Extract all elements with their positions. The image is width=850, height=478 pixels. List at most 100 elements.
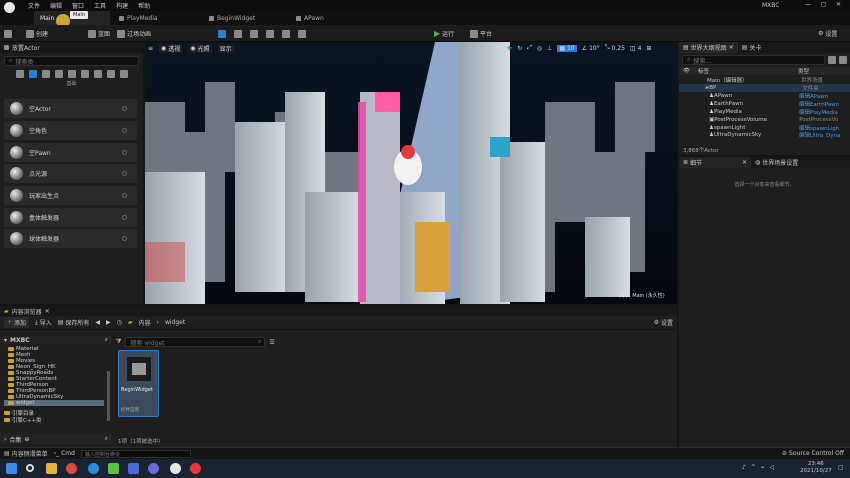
tree-row-spawnlight[interactable]: ♟ spawnLight 编辑spawnLigh — [679, 124, 850, 132]
rotation-snap-button[interactable]: ∠ 10° — [582, 45, 600, 52]
add-collection-icon[interactable]: ⊕ — [24, 436, 29, 443]
content-settings-button[interactable]: ⚙ 设置 — [654, 318, 673, 327]
blueprint-button[interactable]: 蓝图 — [88, 28, 110, 39]
visibility-icon[interactable]: 👁 — [683, 68, 690, 74]
camera-speed-button[interactable]: ◫ 4 — [630, 45, 642, 52]
console-input[interactable]: 输入控制台命令 — [80, 449, 191, 458]
select-tool-icon[interactable]: ↖ — [497, 45, 502, 52]
cinematic-icon[interactable] — [67, 70, 76, 78]
wechat-icon[interactable] — [108, 463, 119, 474]
all-classes-icon[interactable] — [106, 70, 115, 78]
tab-beginwidget[interactable]: BeginWidget — [203, 11, 288, 25]
class-search-input[interactable]: ⌕ 搜索类 — [4, 56, 139, 66]
fracture-icon[interactable] — [298, 29, 306, 38]
actor-item-point-light[interactable]: 点光源 — [4, 164, 137, 183]
visual-effects-icon[interactable] — [80, 70, 89, 78]
create-button[interactable]: 创建 — [26, 28, 48, 39]
history-icon[interactable]: ◷ — [117, 319, 122, 326]
sort-icon[interactable]: ☰ — [269, 339, 274, 346]
source-control-button[interactable]: ⊘ Source Control Off — [782, 450, 844, 457]
windows-start-icon[interactable] — [6, 463, 17, 474]
volumes-icon[interactable] — [93, 70, 102, 78]
edge-icon[interactable] — [88, 463, 99, 474]
move-tool-icon[interactable]: ✥ — [507, 45, 512, 52]
play-button[interactable]: ▶ 运行 — [434, 28, 454, 39]
world-local-icon[interactable]: ◎ — [537, 45, 542, 52]
cmd-button[interactable]: ›_ Cmd — [54, 450, 75, 457]
perspective-button[interactable]: ◉ 透视 — [159, 44, 183, 53]
lit-button[interactable]: ◉ 光照 — [188, 44, 212, 53]
maximize-icon[interactable]: ▢ — [821, 1, 827, 8]
unreal-taskbar-icon[interactable] — [170, 463, 181, 474]
tree-row-sky[interactable]: ♟ UltraDynamicSky 编辑Ultra_Dyna — [679, 132, 850, 138]
info-icon[interactable] — [122, 171, 127, 176]
info-icon[interactable] — [122, 150, 127, 155]
engine-cpp-folder[interactable]: 引擎C++类 — [0, 417, 112, 424]
close-tab-icon[interactable]: ✕ — [45, 308, 50, 315]
menu-window[interactable]: 窗口 — [72, 1, 84, 10]
folder-widget[interactable]: widget — [4, 400, 104, 406]
menu-file[interactable]: 文件 — [28, 1, 40, 10]
tree-row-playmedia[interactable]: ♟ PlayMedia 编辑PlayMedia — [679, 108, 850, 116]
breadcrumb-content[interactable]: 内容 — [139, 318, 151, 327]
menu-help[interactable]: 帮助 — [138, 1, 150, 10]
scale-tool-icon[interactable]: ⤢ — [527, 44, 532, 52]
actor-item-empty-character[interactable]: 空角色 — [4, 121, 137, 140]
unreal-logo-icon[interactable] — [4, 2, 15, 13]
notification-icon[interactable]: ▢ — [838, 464, 844, 471]
geometry-icon[interactable] — [119, 70, 128, 78]
menu-edit[interactable]: 编辑 — [50, 1, 62, 10]
mic-icon[interactable]: ♪ — [742, 464, 746, 471]
back-icon[interactable]: ◀ — [95, 319, 100, 326]
basic-icon[interactable] — [28, 70, 37, 78]
details-tab[interactable]: ≣ 细节 ✕ — [679, 157, 751, 168]
mesh-paint-icon[interactable] — [266, 29, 274, 38]
platforms-button[interactable]: 平台 — [470, 28, 492, 39]
asset-search-input[interactable]: 搜索 widget ⌕ — [125, 337, 266, 347]
scale-snap-button[interactable]: ⤡ 0.25 — [605, 44, 625, 52]
cinematics-button[interactable]: 过场动画 — [117, 28, 151, 39]
info-icon[interactable] — [122, 193, 127, 198]
tab-apawn[interactable]: APawn — [290, 11, 375, 25]
maximize-viewport-icon[interactable]: ⊞ — [646, 45, 651, 52]
label-column[interactable]: 标签 — [698, 67, 798, 75]
import-button[interactable]: ⤓ 导入 — [35, 318, 52, 328]
landscape-icon[interactable] — [234, 29, 242, 38]
forward-icon[interactable]: ▶ — [106, 319, 111, 326]
actor-item-box-trigger[interactable]: 盒体触发器 — [4, 208, 137, 227]
media-icon[interactable] — [128, 463, 139, 474]
scrollbar[interactable] — [107, 371, 110, 421]
save-button[interactable] — [4, 28, 12, 39]
tree-row-bp-folder[interactable]: ▰ BP 文件夹 — [679, 84, 850, 92]
file-explorer-icon[interactable] — [46, 463, 57, 474]
recent-icon[interactable] — [15, 70, 24, 78]
filter-icon[interactable]: ⧩ — [116, 338, 121, 346]
select-mode-icon[interactable] — [218, 29, 226, 38]
rotate-tool-icon[interactable]: ↻ — [517, 45, 522, 52]
clock[interactable]: 23:46 2021/10/27 — [800, 461, 832, 475]
type-column[interactable]: 类型 — [798, 67, 809, 75]
search-icon[interactable] — [26, 464, 34, 472]
content-drawer-button[interactable]: ▤ 内容侧滑菜单 — [4, 449, 48, 458]
tab-playmedia[interactable]: PlayMedia — [113, 11, 201, 25]
close-icon[interactable]: ✕ — [836, 1, 841, 8]
collections-header[interactable]: › 合集 ⊕ ⌕ — [0, 434, 112, 444]
settings-button[interactable]: ⚙ 设置 — [818, 28, 837, 39]
add-button[interactable]: + 添加 — [4, 317, 30, 328]
add-folder-icon[interactable] — [828, 56, 836, 64]
actor-item-sphere-trigger[interactable]: 球体触发器 — [4, 229, 137, 248]
tree-row-main[interactable]: Main（编辑器） 世界场景 — [679, 76, 850, 84]
info-icon[interactable] — [122, 128, 127, 133]
chevron-up-icon[interactable]: ^ — [751, 464, 756, 471]
network-icon[interactable]: ⌁ — [761, 464, 765, 471]
surface-snap-icon[interactable]: ⊥ — [547, 45, 552, 52]
light-icon[interactable] — [41, 70, 50, 78]
app-icon[interactable] — [148, 463, 159, 474]
tree-row-earthpawn[interactable]: ♟ EarthPawn 编辑EarthPawn — [679, 100, 850, 108]
outliner-search-input[interactable]: ⌕ 搜索... — [682, 55, 825, 65]
foliage-icon[interactable] — [250, 29, 258, 38]
minimize-icon[interactable]: — — [805, 1, 811, 8]
menu-tools[interactable]: 工具 — [94, 1, 106, 10]
chevron-down-icon[interactable]: ▾ — [4, 337, 7, 344]
tree-row-postprocess[interactable]: ▣ PostProcessVolume PostProcessVo — [679, 116, 850, 124]
